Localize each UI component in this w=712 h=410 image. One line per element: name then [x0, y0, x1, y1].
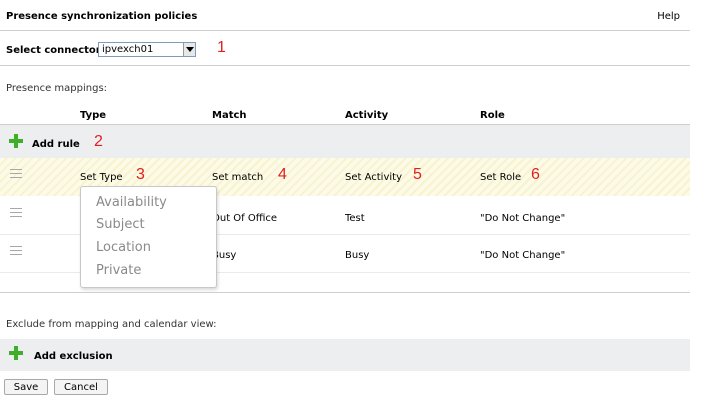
callout-4: 4	[278, 166, 287, 183]
callout-3: 3	[136, 166, 145, 183]
row-match: Out Of Office	[212, 213, 278, 224]
row-activity: Busy	[345, 250, 370, 261]
column-header-role: Role	[480, 110, 505, 121]
drag-handle-icon[interactable]	[10, 246, 22, 255]
column-header-type: Type	[80, 110, 107, 121]
mappings-label: Presence mappings:	[6, 83, 108, 94]
add-exclusion-button[interactable]: Add exclusion	[34, 351, 113, 362]
set-activity-field[interactable]: Set Activity	[345, 172, 402, 183]
dropdown-option-location[interactable]: Location	[96, 240, 151, 255]
add-rule-button[interactable]: Add rule	[32, 139, 80, 150]
callout-1: 1	[217, 39, 226, 56]
drag-handle-icon[interactable]	[10, 169, 22, 178]
callout-5: 5	[413, 166, 422, 183]
dropdown-option-private[interactable]: Private	[96, 263, 141, 278]
set-type-field[interactable]: Set Type	[80, 172, 123, 183]
connector-label: Select connector	[6, 45, 101, 56]
column-header-activity: Activity	[345, 110, 389, 121]
exclude-label: Exclude from mapping and calendar view:	[6, 319, 217, 330]
set-role-field[interactable]: Set Role	[480, 172, 521, 183]
row-role: "Do Not Change"	[480, 250, 566, 261]
dropdown-option-subject[interactable]: Subject	[96, 217, 145, 232]
plus-icon[interactable]	[9, 134, 23, 148]
save-button[interactable]: Save	[4, 379, 48, 395]
drag-handle-icon[interactable]	[10, 208, 22, 217]
chevron-down-icon[interactable]	[183, 43, 195, 56]
dropdown-option-availability[interactable]: Availability	[96, 195, 167, 210]
help-link[interactable]: Help	[657, 11, 680, 22]
callout-2: 2	[94, 133, 103, 150]
add-rule-row[interactable]	[0, 125, 690, 158]
connector-select-value: ipvexch01	[102, 44, 154, 55]
cancel-button[interactable]: Cancel	[54, 379, 108, 395]
plus-icon[interactable]	[9, 346, 23, 360]
set-match-field[interactable]: Set match	[212, 172, 263, 183]
row-activity: Test	[345, 213, 365, 224]
page-title: Presence synchronization policies	[6, 11, 198, 22]
callout-6: 6	[531, 166, 540, 183]
row-role: "Do Not Change"	[480, 213, 566, 224]
section-divider	[0, 292, 690, 293]
column-header-match: Match	[212, 110, 247, 121]
